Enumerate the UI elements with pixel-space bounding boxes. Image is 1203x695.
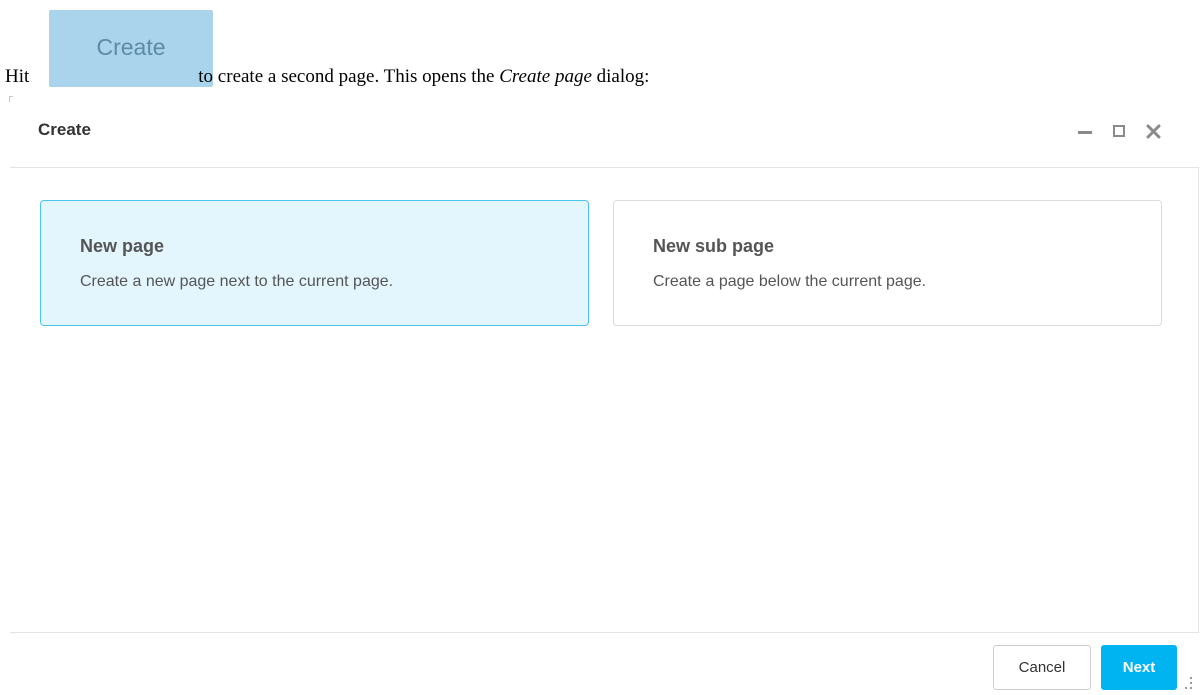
- instruction-after: to create a second page. This opens the: [198, 66, 495, 87]
- new-sub-page-title: New sub page: [653, 236, 775, 256]
- instruction-dialog-name: Create page: [499, 66, 592, 87]
- new-sub-page-option[interactable]: New sub page Create a page below the cur…: [613, 200, 1162, 326]
- next-button[interactable]: Next: [1101, 645, 1177, 690]
- new-sub-page-description: Create a page below the current page.: [653, 273, 927, 290]
- minimize-icon[interactable]: [1072, 118, 1100, 146]
- instruction-end: dialog:: [596, 66, 650, 87]
- create-button-label: Create: [96, 34, 166, 60]
- instruction-before: Hit: [5, 66, 30, 87]
- dialog-header: Create: [10, 100, 1199, 168]
- new-page-option[interactable]: New page Create a new page next to the c…: [40, 200, 589, 326]
- create-page-dialog: Create New page Create a new page next t…: [10, 100, 1199, 695]
- dialog-footer: Cancel Next: [10, 632, 1199, 695]
- content-scrollbar[interactable]: [1198, 168, 1199, 632]
- new-page-title: New page: [80, 236, 165, 256]
- instruction-text: Hit to create a second page. This opens t…: [5, 66, 649, 88]
- new-page-description: Create a new page next to the current pa…: [80, 273, 394, 290]
- close-icon[interactable]: [1140, 118, 1168, 146]
- resize-grip-icon[interactable]: [1184, 677, 1194, 691]
- maximize-icon[interactable]: [1106, 118, 1134, 146]
- cancel-button[interactable]: Cancel: [993, 645, 1091, 690]
- dialog-title: Create: [38, 120, 91, 139]
